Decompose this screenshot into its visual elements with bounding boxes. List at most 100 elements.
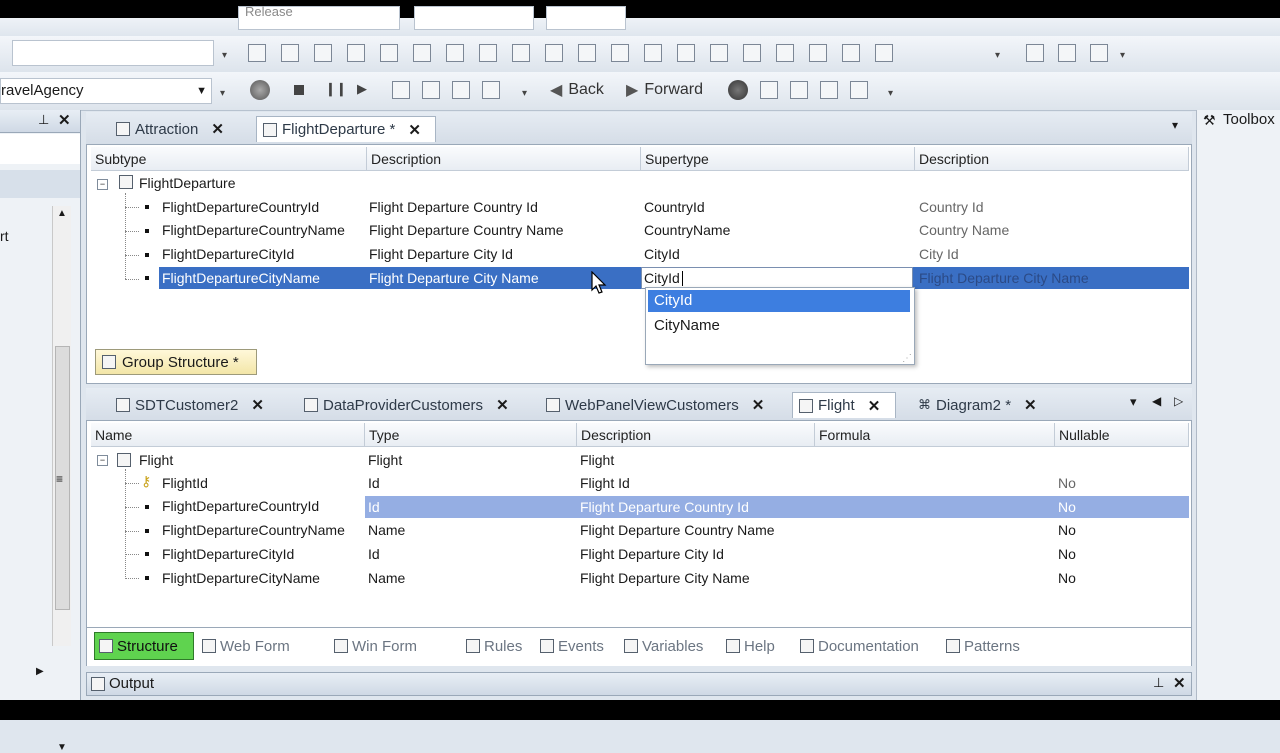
- align-left-icon[interactable]: [281, 44, 299, 62]
- align-right-icon[interactable]: [347, 44, 365, 62]
- center-v-icon[interactable]: [512, 44, 530, 62]
- tab-documentation[interactable]: Documentation: [800, 632, 919, 660]
- col-formula[interactable]: Formula: [815, 423, 1055, 447]
- tab-rules[interactable]: Rules: [466, 632, 522, 660]
- tab-patterns[interactable]: Patterns: [946, 632, 1020, 660]
- spacing-v-inc-icon[interactable]: [809, 44, 827, 62]
- pin-icon[interactable]: ⊥: [1153, 675, 1164, 691]
- align-middle-icon[interactable]: [413, 44, 431, 62]
- chevron-down-icon[interactable]: ▼: [196, 79, 207, 103]
- step-over-icon[interactable]: [422, 81, 440, 99]
- attribute-type[interactable]: Id: [368, 544, 380, 564]
- toolbar-combo-2[interactable]: [414, 6, 534, 30]
- autocomplete-item-label[interactable]: CityId: [654, 291, 692, 311]
- same-height-icon[interactable]: [611, 44, 629, 62]
- supertype[interactable]: CityId: [644, 244, 680, 264]
- attribute-description[interactable]: Flight Departure Country Id: [580, 497, 749, 517]
- center-both-icon[interactable]: [545, 44, 563, 62]
- toolbar-grip-6[interactable]: ▾: [888, 88, 893, 99]
- toolbar-grip-5[interactable]: ▾: [522, 88, 527, 99]
- kb-combo[interactable]: ravelAgency ▼: [0, 78, 212, 104]
- bookmark-icon[interactable]: [820, 81, 838, 99]
- tab-webpanelviewcustomers[interactable]: WebPanelViewCustomers ✕: [546, 392, 764, 418]
- grid-icon[interactable]: [248, 44, 266, 62]
- attribute-nullable[interactable]: No: [1058, 520, 1076, 540]
- close-tab-icon[interactable]: ✕: [408, 121, 421, 139]
- col-name[interactable]: Name: [91, 423, 365, 447]
- play-icon[interactable]: ▶: [357, 81, 367, 97]
- pause-icon[interactable]: ❙❙: [325, 81, 347, 97]
- align-bottom-icon[interactable]: [446, 44, 464, 62]
- attribute-nullable[interactable]: No: [1058, 544, 1076, 564]
- supertype[interactable]: CountryId: [644, 197, 705, 217]
- attribute-nullable[interactable]: No: [1058, 497, 1076, 517]
- tab-flightdeparture[interactable]: FlightDeparture * ✕: [256, 116, 436, 142]
- scroll-down-icon[interactable]: ▼: [57, 742, 67, 753]
- tab-variables[interactable]: Variables: [624, 632, 703, 660]
- resize-grip-icon[interactable]: ⋰: [902, 353, 912, 364]
- configuration-combo[interactable]: Release: [238, 5, 400, 30]
- collapse-icon[interactable]: −: [97, 179, 108, 190]
- tab-list-chevron-icon[interactable]: ▾: [1172, 118, 1178, 132]
- tab-attraction[interactable]: Attraction ✕: [116, 116, 224, 142]
- step-into-icon[interactable]: [392, 81, 410, 99]
- supertype-editor[interactable]: CityId: [641, 267, 913, 289]
- toolbar-grip-4[interactable]: ▾: [220, 88, 225, 99]
- same-width-icon[interactable]: [578, 44, 596, 62]
- tab-scroll-left-icon[interactable]: ◀: [1152, 394, 1161, 408]
- back-button[interactable]: ◀ Back: [550, 80, 604, 100]
- attribute-type[interactable]: Name: [368, 520, 405, 540]
- close-tab-icon[interactable]: ✕: [211, 120, 224, 138]
- pages-icon[interactable]: [850, 81, 868, 99]
- col-nullable[interactable]: Nullable: [1055, 423, 1189, 447]
- attribute-name[interactable]: FlightDepartureCityId: [162, 544, 294, 564]
- attribute-description[interactable]: Flight Id: [580, 473, 630, 493]
- spacing-v-remove-icon[interactable]: [875, 44, 893, 62]
- forward-button[interactable]: ▶ Forward: [626, 80, 703, 100]
- subtype-name[interactable]: FlightDepartureCityName: [162, 268, 320, 288]
- attribute-nullable[interactable]: No: [1058, 568, 1076, 588]
- attribute-type[interactable]: Id: [368, 497, 380, 517]
- subtype-name[interactable]: FlightDepartureCityId: [162, 244, 294, 264]
- output-panel-header[interactable]: Output ⊥ ✕: [86, 672, 1192, 696]
- tab-dataprovidercustomers[interactable]: DataProviderCustomers ✕: [304, 392, 509, 418]
- subtype-name[interactable]: FlightDepartureCountryName: [162, 220, 345, 240]
- property-combo[interactable]: [12, 40, 214, 66]
- tab-list-chevron-icon[interactable]: ▾: [1130, 394, 1137, 410]
- close-tab-icon[interactable]: ✕: [1024, 396, 1037, 414]
- structure-root-type[interactable]: Flight: [368, 450, 402, 470]
- tab-web-form[interactable]: Web Form: [202, 632, 290, 660]
- attribute-name[interactable]: FlightDepartureCountryId: [162, 496, 319, 516]
- align-center-icon[interactable]: [314, 44, 332, 62]
- sidebar-scrollbar[interactable]: ▲ ▼: [52, 206, 71, 753]
- spacing-h-icon[interactable]: [677, 44, 695, 62]
- col-description[interactable]: Description: [367, 147, 641, 171]
- col-type[interactable]: Type: [365, 423, 577, 447]
- attribute-name[interactable]: FlightId: [162, 473, 208, 493]
- save-icon[interactable]: [1058, 44, 1076, 62]
- close-tab-icon[interactable]: ✕: [868, 397, 881, 415]
- scroll-up-icon[interactable]: ▲: [57, 208, 67, 219]
- spacing-h-dec-icon[interactable]: [743, 44, 761, 62]
- toolbar-grip[interactable]: ▾: [222, 50, 227, 61]
- attribute-type[interactable]: Id: [368, 473, 380, 493]
- record-icon[interactable]: [250, 80, 270, 100]
- toolbar-grip-2[interactable]: ▾: [995, 50, 1000, 61]
- attribute-type[interactable]: Name: [368, 568, 405, 588]
- structure-root-name[interactable]: Flight: [139, 450, 173, 470]
- close-tab-icon[interactable]: ✕: [752, 396, 765, 414]
- close-icon[interactable]: ✕: [58, 111, 71, 129]
- window-icon[interactable]: [1026, 44, 1044, 62]
- autocomplete-item-label[interactable]: CityName: [654, 316, 720, 336]
- toolbox-strip[interactable]: ⚒ Toolbox: [1196, 110, 1280, 700]
- supertype[interactable]: CountryName: [644, 220, 730, 240]
- tab-flight[interactable]: Flight ✕: [792, 392, 896, 418]
- toolbar-grip-3[interactable]: ▾: [1120, 50, 1125, 61]
- scroll-right-icon[interactable]: ▶: [36, 666, 44, 677]
- attribute-nullable[interactable]: No: [1058, 473, 1076, 493]
- same-size-icon[interactable]: [644, 44, 662, 62]
- spacing-v-icon[interactable]: [776, 44, 794, 62]
- edit-icon[interactable]: [760, 81, 778, 99]
- supertype-input[interactable]: CityId: [644, 268, 680, 288]
- step-out-icon[interactable]: [452, 81, 470, 99]
